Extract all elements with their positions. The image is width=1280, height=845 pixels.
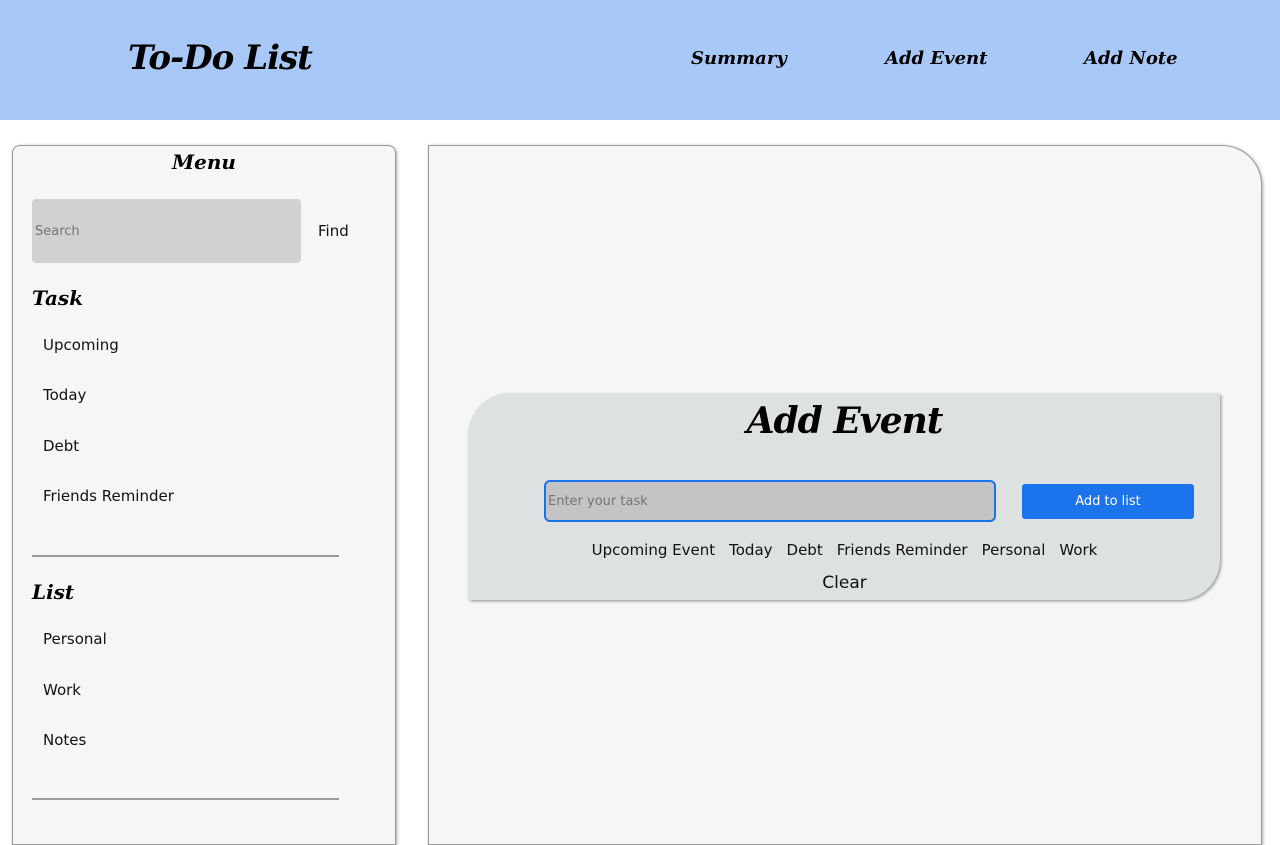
- add-event-title: Add Event: [746, 400, 944, 442]
- category-options: Upcoming Event Today Debt Friends Reminder P…: [469, 541, 1220, 559]
- clear-button[interactable]: Clear: [469, 573, 1220, 593]
- search-input[interactable]: [32, 199, 301, 263]
- sidebar-item-friends-reminder[interactable]: Friends Reminder: [43, 487, 174, 505]
- nav-add-event-link[interactable]: Add Event: [885, 48, 987, 69]
- sidebar-item-personal[interactable]: Personal: [43, 630, 107, 648]
- nav-add-note-link[interactable]: Add Note: [1084, 48, 1178, 69]
- section-divider: [32, 555, 339, 557]
- category-personal[interactable]: Personal: [982, 541, 1046, 559]
- sidebar-item-work[interactable]: Work: [43, 681, 81, 699]
- find-button[interactable]: Find: [318, 222, 349, 240]
- app-title: To-Do List: [128, 38, 313, 78]
- add-event-card: Add Event Add to list Upcoming Event Toda…: [469, 394, 1220, 600]
- task-input[interactable]: [544, 480, 996, 522]
- sidebar-item-today[interactable]: Today: [43, 386, 86, 404]
- category-debt[interactable]: Debt: [787, 541, 823, 559]
- nav-summary-link[interactable]: Summary: [691, 48, 787, 69]
- task-section-title: Task: [32, 286, 84, 310]
- sidebar-menu: Menu Find Task Upcoming Today Debt Frien…: [12, 145, 396, 845]
- sidebar-item-notes[interactable]: Notes: [43, 731, 86, 749]
- add-to-list-button[interactable]: Add to list: [1022, 484, 1194, 519]
- category-today[interactable]: Today: [729, 541, 772, 559]
- list-section-title: List: [32, 580, 75, 604]
- category-friends-reminder[interactable]: Friends Reminder: [837, 541, 968, 559]
- sidebar-item-upcoming[interactable]: Upcoming: [43, 336, 119, 354]
- sidebar-item-debt[interactable]: Debt: [43, 437, 79, 455]
- top-header: To-Do List Summary Add Event Add Note: [0, 0, 1280, 120]
- category-work[interactable]: Work: [1059, 541, 1097, 559]
- category-upcoming-event[interactable]: Upcoming Event: [592, 541, 715, 559]
- menu-title: Menu: [172, 150, 236, 174]
